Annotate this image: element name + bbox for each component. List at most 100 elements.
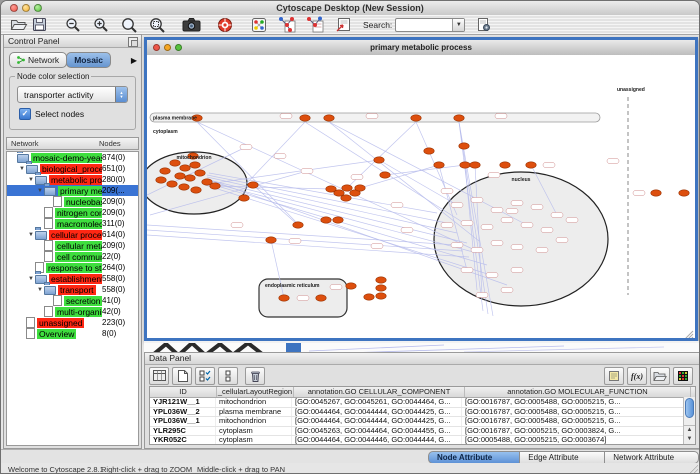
table-cell: mitochondrion	[216, 417, 292, 426]
endoplasmic-reticulum-label: endoplasmic reticulum	[265, 283, 320, 289]
tree-row[interactable]: secretion41(0)	[7, 295, 138, 306]
network-canvas[interactable]: plasma membranecytoplasmmitochondrionnuc…	[147, 55, 695, 338]
open-session-button[interactable]	[9, 16, 29, 33]
tree-row[interactable]: nitrogen compo209(0)	[7, 207, 138, 218]
network-frame-titlebar[interactable]: primary metabolic process	[147, 40, 695, 56]
node-color-dropdown-value: transporter activity	[18, 90, 115, 100]
network-tree: mosaic-demo-yeast874(0)▼biological_proce…	[6, 151, 139, 446]
tree-row[interactable]: response to stimulu264(0)	[7, 262, 138, 273]
frame-minimize-button[interactable]	[164, 44, 171, 51]
folder-icon	[44, 187, 56, 196]
table-row[interactable]: YKR052Ccytoplasm[GO:0044464, GO:0044446,…	[150, 436, 695, 445]
tree-row-label: transport	[58, 285, 96, 295]
page-gear-icon	[476, 17, 491, 32]
select-attributes-button[interactable]	[149, 367, 169, 385]
tree-col-network[interactable]: Network	[7, 139, 99, 148]
status-welcome: Welcome to Cytoscape 2.8.1	[8, 465, 104, 474]
network-graph-svg[interactable]: plasma membranecytoplasmmitochondrionnuc…	[147, 55, 695, 338]
group-label: Node color selection	[15, 72, 91, 81]
expand-arrow-icon[interactable]: ▼	[27, 177, 35, 183]
open-folder-small-icon	[653, 371, 667, 382]
tab-mosaic[interactable]: Mosaic	[66, 52, 111, 68]
zoom-selected-region-button[interactable]	[119, 16, 139, 33]
tree-row-count: 223(0)	[102, 318, 138, 327]
tree-row[interactable]: multi-organism pro42(0)	[7, 306, 138, 317]
tree-row[interactable]: ▼cellular process614(0)	[7, 229, 138, 240]
configure-search-button[interactable]	[473, 16, 493, 33]
delete-attribute-button[interactable]	[245, 367, 265, 385]
float-panel-icon[interactable]	[128, 37, 138, 47]
import-table-button[interactable]	[305, 16, 325, 33]
table-row[interactable]: YLR295Ccytoplasm[GO:0045263, GO:0044464,…	[150, 427, 695, 437]
search-input[interactable]	[396, 20, 452, 30]
import-attributes-button[interactable]	[650, 367, 670, 385]
export-image-button[interactable]	[181, 16, 201, 33]
tree-col-nodes[interactable]: Nodes	[99, 139, 138, 148]
node-color-selection-group: Node color selection transporter activit…	[9, 76, 136, 130]
table-column-header[interactable]: ID	[150, 387, 217, 397]
expand-arrow-icon[interactable]: ▼	[18, 166, 26, 172]
close-button[interactable]	[10, 4, 18, 12]
tree-row[interactable]: ▼transport558(0)	[7, 284, 138, 295]
tree-row[interactable]: ▼metabolic process280(0)	[7, 174, 138, 185]
minimize-button[interactable]	[22, 4, 30, 12]
scrollbar-arrows[interactable]: ▲▼	[684, 425, 695, 444]
table-scrollbar[interactable]: ▲▼	[683, 397, 695, 444]
annotation-button[interactable]	[333, 16, 353, 33]
function-builder-button[interactable]: f(x)	[627, 367, 647, 385]
frame-close-button[interactable]	[153, 44, 160, 51]
control-panel: Control Panel Network Mosaic ▶ Node colo…	[3, 34, 142, 449]
tab-network[interactable]: Network	[9, 52, 67, 68]
help-button[interactable]	[215, 16, 235, 33]
table-column-header[interactable]: annotation.GO MOLECULAR_FUNCTION	[465, 387, 691, 397]
table-cell: [GO:0044464, GO:0044446, GO:0044444, G..…	[292, 436, 462, 445]
save-session-button[interactable]	[29, 16, 49, 33]
network-frame-title: primary metabolic process	[147, 40, 695, 55]
notes-button[interactable]	[604, 367, 624, 385]
frame-zoom-button[interactable]	[175, 44, 182, 51]
zoom-in-button[interactable]	[91, 16, 111, 33]
window-titlebar: Cytoscape Desktop (New Session)	[1, 1, 699, 16]
import-network-button[interactable]	[277, 16, 297, 33]
expand-arrow-icon[interactable]: ▼	[36, 188, 44, 194]
expand-arrow-icon[interactable]: ▼	[27, 276, 35, 282]
unselect-all-attributes-button[interactable]	[218, 367, 238, 385]
select-all-attributes-button[interactable]	[195, 367, 215, 385]
node-color-dropdown[interactable]: transporter activity ▲▼	[17, 86, 128, 103]
nucleus-region	[434, 172, 608, 306]
tree-row[interactable]: cell communicat22(0)	[7, 251, 138, 262]
search-label: Search:	[363, 20, 392, 30]
tree-row-label: mosaic-demo-yeast	[31, 153, 102, 163]
new-attribute-button[interactable]	[172, 367, 192, 385]
new-document-icon	[177, 370, 188, 382]
select-nodes-checkbox[interactable]: ✓	[19, 108, 31, 120]
table-column-header[interactable]: _cellularLayoutRegion	[217, 387, 294, 397]
tree-row[interactable]: ▼establishment of lo558(0)	[7, 273, 138, 284]
tree-row[interactable]: macromolecule311(0)	[7, 218, 138, 229]
tree-row[interactable]: unassigned223(0)	[7, 317, 138, 328]
expand-arrow-icon[interactable]: ▼	[27, 232, 35, 238]
table-row[interactable]: YPL036W__1mitochondrion[GO:0044464, GO:0…	[150, 417, 695, 427]
tree-row-label: secretion	[64, 296, 102, 306]
table-column-header[interactable]: annotation.GO CELLULAR_COMPONENT	[294, 387, 465, 397]
file-icon	[44, 251, 53, 262]
expand-arrow-icon[interactable]: ▼	[36, 287, 44, 293]
tree-row[interactable]: ▼biological_process651(0)	[7, 163, 138, 174]
zoom-fit-button[interactable]	[147, 16, 167, 33]
tree-row[interactable]: nucleobase-209(0)	[7, 196, 138, 207]
layout-button[interactable]	[249, 16, 269, 33]
window-resize-grip[interactable]	[688, 465, 698, 474]
zoom-window-button[interactable]	[34, 4, 42, 12]
matrix-view-button[interactable]	[673, 367, 693, 385]
zoom-out-button[interactable]	[63, 16, 83, 33]
tab-overflow-arrow-icon[interactable]: ▶	[131, 56, 137, 65]
status-zoom-hint: Right-click + drag to ZOOM	[101, 465, 192, 474]
data-panel: Data Panel f(x)	[144, 352, 700, 449]
table-row[interactable]: YPL036W__2plasma membrane[GO:0044464, GO…	[150, 408, 695, 418]
search-dropdown-arrow-icon[interactable]: ▼	[452, 19, 464, 31]
table-row[interactable]: YJR121W__1mitochondrion[GO:0045267, GO:0…	[150, 398, 695, 408]
tree-row[interactable]: Overview8(0)	[7, 328, 138, 339]
tree-row[interactable]: cellular metabo209(0)	[7, 240, 138, 251]
tree-row[interactable]: ▼primary metabo209(...	[7, 185, 138, 196]
scrollbar-thumb[interactable]	[685, 398, 694, 418]
